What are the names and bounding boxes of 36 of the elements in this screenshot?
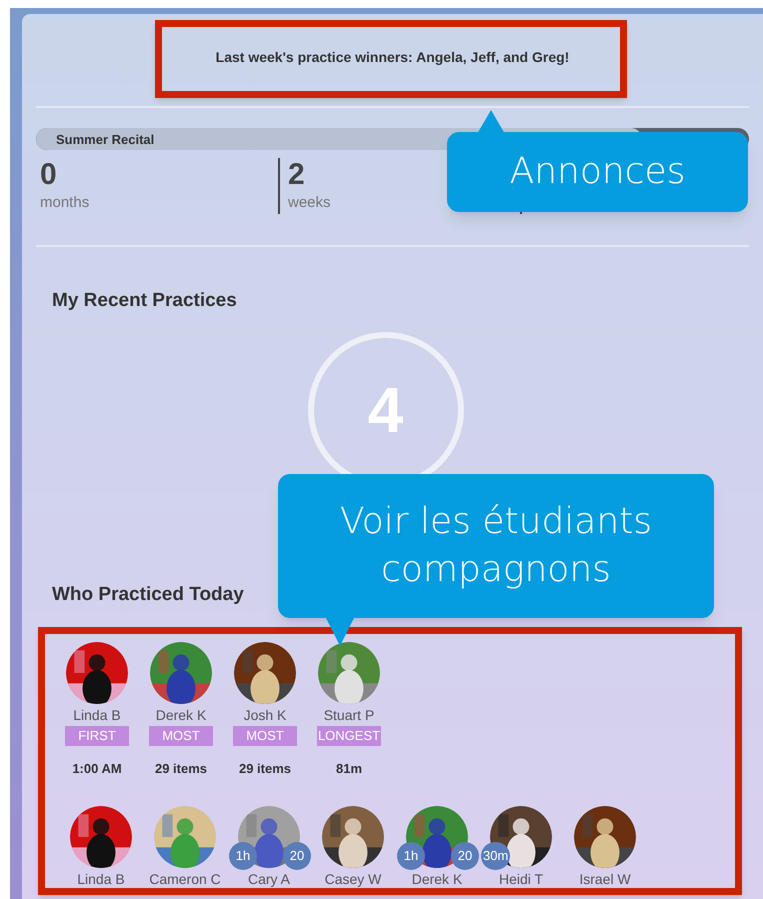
student-name: Casey W: [324, 870, 382, 889]
callout-pointer: [326, 618, 354, 646]
student-name: Derek K: [412, 870, 462, 889]
callout-pointer: [477, 110, 505, 134]
callout-bubble: Voir les étudiants compagnons: [278, 474, 714, 618]
award-stat: 29 items: [238, 760, 292, 778]
student-name: Israel W: [579, 870, 631, 889]
countdown-title: Summer Recital: [56, 132, 154, 147]
section-heading: Who Practiced Today: [52, 582, 245, 606]
student-name: Cary A: [248, 870, 290, 889]
practice-badge: 1h: [397, 842, 425, 870]
award-stat: 81m: [336, 760, 362, 778]
countdown-unit: months: [40, 193, 90, 213]
student-name: Josh K: [244, 706, 286, 725]
student-name: Linda B: [73, 706, 121, 725]
section-heading: My Recent Practices: [52, 289, 238, 313]
award-stat: 1:00 AM: [72, 760, 122, 778]
award-tag: MOST: [149, 726, 213, 746]
award-stat: 29 items: [154, 760, 208, 778]
student-name: Cameron C: [149, 870, 221, 889]
practice-badge: 20: [283, 842, 311, 870]
announcement-text: Last week's practice winners: Angela, Jeff, and Greg!: [216, 48, 570, 67]
countdown-number: 0: [40, 158, 58, 192]
practice-badge: 1h: [229, 842, 257, 870]
practice-badge: 20: [451, 842, 479, 870]
student-name: Heidi T: [498, 870, 544, 889]
student-name: Derek K: [156, 706, 206, 725]
countdown-unit: weeks: [288, 193, 332, 213]
callout-bubble: Annonces: [447, 132, 748, 212]
award-tag: MOST: [233, 726, 297, 746]
award-tag: FIRST: [65, 726, 129, 746]
award-tag: LONGEST: [316, 726, 382, 746]
student-name: Stuart P: [324, 706, 374, 725]
practice-badge: 30m: [481, 842, 510, 870]
countdown-number: 2: [288, 158, 306, 192]
student-name: Linda B: [77, 870, 125, 889]
